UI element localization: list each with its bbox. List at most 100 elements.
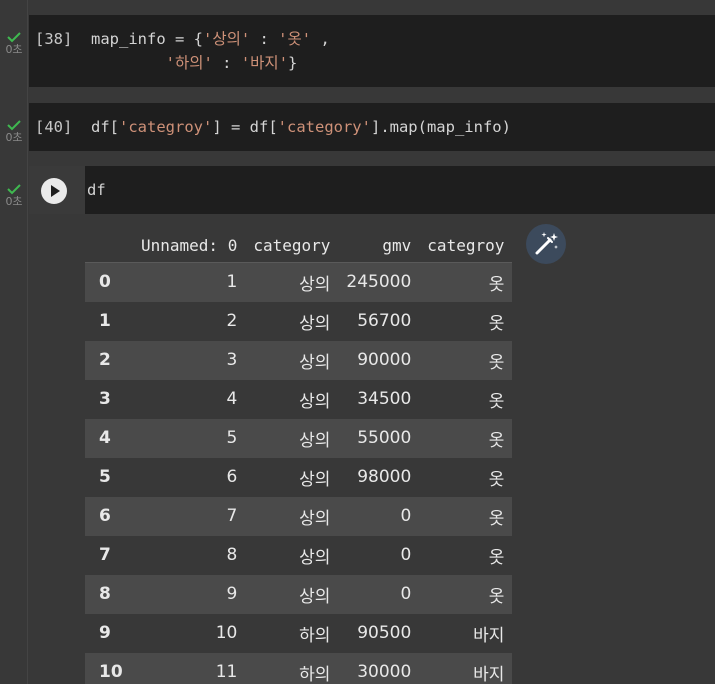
row-index: 7 (85, 535, 133, 575)
table-row: 9 10 하의 90500 바지 (85, 613, 513, 653)
table-row: 2 3 상의 90000 옷 (85, 340, 513, 380)
execution-count: [38] (35, 30, 73, 48)
magic-wand-icon (535, 232, 558, 255)
code-cell-40[interactable]: [40] df['categroy'] = df['category'].map… (29, 103, 715, 151)
table-cell: 옷 (419, 301, 513, 341)
table-row: 8 9 상의 0 옷 (85, 574, 513, 614)
cell-status-df: 0초 (0, 182, 28, 208)
table-cell: 11 (133, 652, 246, 684)
cell-code[interactable]: [40] df['categroy'] = df['category'].map… (35, 115, 511, 139)
code-text: , (311, 30, 330, 48)
table-cell: 98000 (338, 457, 420, 497)
check-icon (7, 184, 21, 195)
table-row: 6 7 상의 0 옷 (85, 496, 513, 536)
table-cell: 7 (133, 496, 246, 536)
code-text: df[ (91, 118, 119, 136)
code-string: '상의' (202, 30, 251, 48)
cell-output: Unnamed: 0 category gmv categroy 0 1 상의 … (29, 214, 715, 684)
code-string: '바지' (240, 54, 289, 72)
table-cell: 1 (133, 262, 246, 302)
cell-code[interactable]: [38] map_info = {'상의' : '옷' , '하의' : '바지… (35, 27, 330, 75)
row-index: 8 (85, 574, 133, 614)
row-index: 0 (85, 262, 133, 302)
table-cell: 하의 (245, 652, 339, 684)
row-index: 2 (85, 340, 133, 380)
table-cell: 3 (133, 340, 246, 380)
cell-code[interactable]: df (87, 178, 106, 202)
table-cell: 34500 (338, 379, 420, 419)
table-row: 4 5 상의 55000 옷 (85, 418, 513, 458)
code-text: ] = df[ (212, 118, 278, 136)
check-icon (7, 120, 21, 131)
row-index: 6 (85, 496, 133, 536)
table-cell: 상의 (245, 340, 339, 380)
table-cell: 옷 (419, 574, 513, 614)
column-header: category (245, 228, 339, 263)
gutter-divider (27, 0, 28, 684)
table-cell: 0 (338, 574, 420, 614)
table-cell: 245000 (338, 262, 420, 302)
table-cell: 옷 (419, 535, 513, 575)
table-header-row: Unnamed: 0 category gmv categroy (85, 228, 513, 263)
exec-time: 0초 (5, 131, 23, 144)
table-cell: 옷 (419, 457, 513, 497)
index-header (85, 228, 133, 263)
table-cell: 8 (133, 535, 246, 575)
table-cell: 상의 (245, 535, 339, 575)
cell-status-40: 0초 (0, 118, 28, 144)
table-row: 7 8 상의 0 옷 (85, 535, 513, 575)
execution-count: [40] (35, 118, 73, 136)
code-cell-38[interactable]: [38] map_info = {'상의' : '옷' , '하의' : '바지… (29, 15, 715, 87)
table-cell: 옷 (419, 496, 513, 536)
table-row: 5 6 상의 98000 옷 (85, 457, 513, 497)
table-cell: 90000 (338, 340, 420, 380)
row-index: 10 (85, 652, 133, 684)
table-cell: 옷 (419, 379, 513, 419)
table-cell: 옷 (419, 418, 513, 458)
table-cell: 0 (338, 535, 420, 575)
table-cell: 2 (133, 301, 246, 341)
table-cell: 10 (133, 613, 246, 653)
table-row: 3 4 상의 34500 옷 (85, 379, 513, 419)
code-text: map_info = { (91, 30, 203, 48)
table-cell: 상의 (245, 496, 339, 536)
top-strip (0, 0, 715, 15)
code-text: : (250, 30, 279, 48)
exec-time: 0초 (5, 43, 23, 56)
code-cell-df[interactable]: df (29, 166, 715, 214)
table-cell: 9 (133, 574, 246, 614)
code-string: 'categroy' (119, 118, 213, 136)
table-cell: 하의 (245, 613, 339, 653)
run-cell-button[interactable] (41, 178, 67, 204)
table-cell: 옷 (419, 340, 513, 380)
exec-time: 0초 (5, 195, 23, 208)
column-header: categroy (419, 228, 513, 263)
row-index: 9 (85, 613, 133, 653)
code-string: '옷' (278, 30, 312, 48)
play-icon (51, 185, 60, 197)
row-index: 5 (85, 457, 133, 497)
table-cell: 옷 (419, 262, 513, 302)
row-index: 3 (85, 379, 133, 419)
table-cell: 상의 (245, 262, 339, 302)
convert-to-interactive-button[interactable] (526, 224, 566, 264)
table-cell: 56700 (338, 301, 420, 341)
table-cell: 30000 (338, 652, 420, 684)
table-cell: 55000 (338, 418, 420, 458)
table-cell: 0 (338, 496, 420, 536)
table-cell: 상의 (245, 574, 339, 614)
code-string: 'category' (277, 118, 371, 136)
table-cell: 5 (133, 418, 246, 458)
table-cell: 90500 (338, 613, 420, 653)
table-row: 10 11 하의 30000 바지 (85, 652, 513, 684)
notebook-page: 0초 [38] map_info = {'상의' : '옷' , '하의' : … (0, 0, 715, 684)
row-index: 1 (85, 301, 133, 341)
run-cell-area (29, 166, 85, 214)
table-cell: 6 (133, 457, 246, 497)
check-icon (7, 32, 21, 43)
code-text: : (212, 54, 241, 72)
table-cell: 상의 (245, 301, 339, 341)
column-header: gmv (338, 228, 420, 263)
dataframe-table: Unnamed: 0 category gmv categroy 0 1 상의 … (85, 228, 513, 684)
table-cell: 바지 (419, 652, 513, 684)
